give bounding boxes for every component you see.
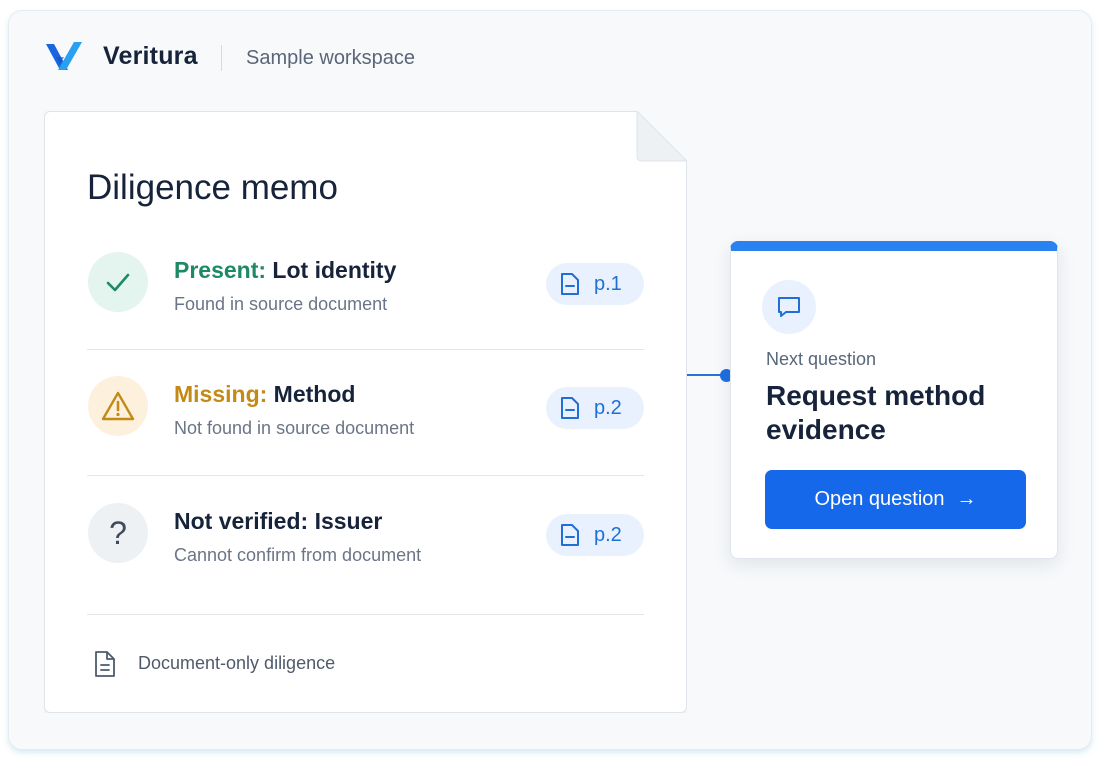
page-number: p.2 — [594, 396, 622, 419]
item-subject: Lot identity — [266, 257, 397, 283]
button-label: Open question — [814, 488, 945, 510]
warning-icon — [88, 376, 148, 436]
memo-item-not-verified: ? Not verified: Issuer Cannot confirm fr… — [87, 503, 644, 587]
row-divider — [87, 349, 644, 350]
page-reference-button[interactable]: p.1 — [546, 263, 644, 305]
status-label: Missing: — [174, 381, 268, 407]
chat-bubble-icon — [762, 280, 816, 334]
brand-name: Veritura — [103, 42, 198, 70]
page-document-icon — [561, 524, 579, 546]
item-subject: Method — [267, 381, 356, 407]
header-divider — [221, 45, 222, 71]
page-number: p.2 — [594, 523, 622, 546]
diligence-memo: Diligence memo Present: Lot identity Fou… — [44, 111, 687, 713]
workspace-name: Sample workspace — [246, 47, 415, 69]
memo-footer: Document-only diligence — [138, 653, 336, 673]
document-icon — [95, 651, 115, 677]
page-reference-button[interactable]: p.2 — [546, 514, 644, 556]
memo-item-missing: Missing: Method Not found in source docu… — [87, 376, 644, 460]
status-label: Present: — [174, 257, 267, 283]
page-document-icon — [561, 273, 579, 295]
row-divider — [87, 475, 644, 476]
memo-item-present: Present: Lot identity Found in source do… — [87, 252, 644, 336]
memo-item-detail: Cannot confirm from document — [174, 545, 422, 565]
connector-line — [687, 374, 724, 376]
open-question-button[interactable]: Open question → — [765, 470, 1026, 529]
page-reference-button[interactable]: p.2 — [546, 387, 644, 429]
question-icon: ? — [88, 503, 148, 563]
memo-item-title: Missing: Method — [174, 381, 355, 408]
memo-title: Diligence memo — [87, 168, 338, 207]
veritura-logo-icon — [46, 42, 82, 70]
next-question-card: Next question Request method evidence Op… — [730, 241, 1058, 559]
item-subject: Not verified: Issuer — [174, 508, 383, 534]
page-number: p.1 — [594, 272, 622, 295]
page-document-icon — [561, 397, 579, 419]
memo-item-detail: Found in source document — [174, 294, 388, 314]
memo-item-title: Not verified: Issuer — [174, 508, 382, 535]
card-label: Next question — [766, 349, 877, 369]
page-fold — [636, 111, 687, 162]
check-icon — [88, 252, 148, 312]
memo-item-title: Present: Lot identity — [174, 257, 396, 284]
row-divider — [87, 614, 644, 615]
card-title: Request method evidence — [766, 380, 986, 445]
memo-item-detail: Not found in source document — [174, 418, 415, 438]
arrow-right-icon: → — [956, 488, 977, 510]
